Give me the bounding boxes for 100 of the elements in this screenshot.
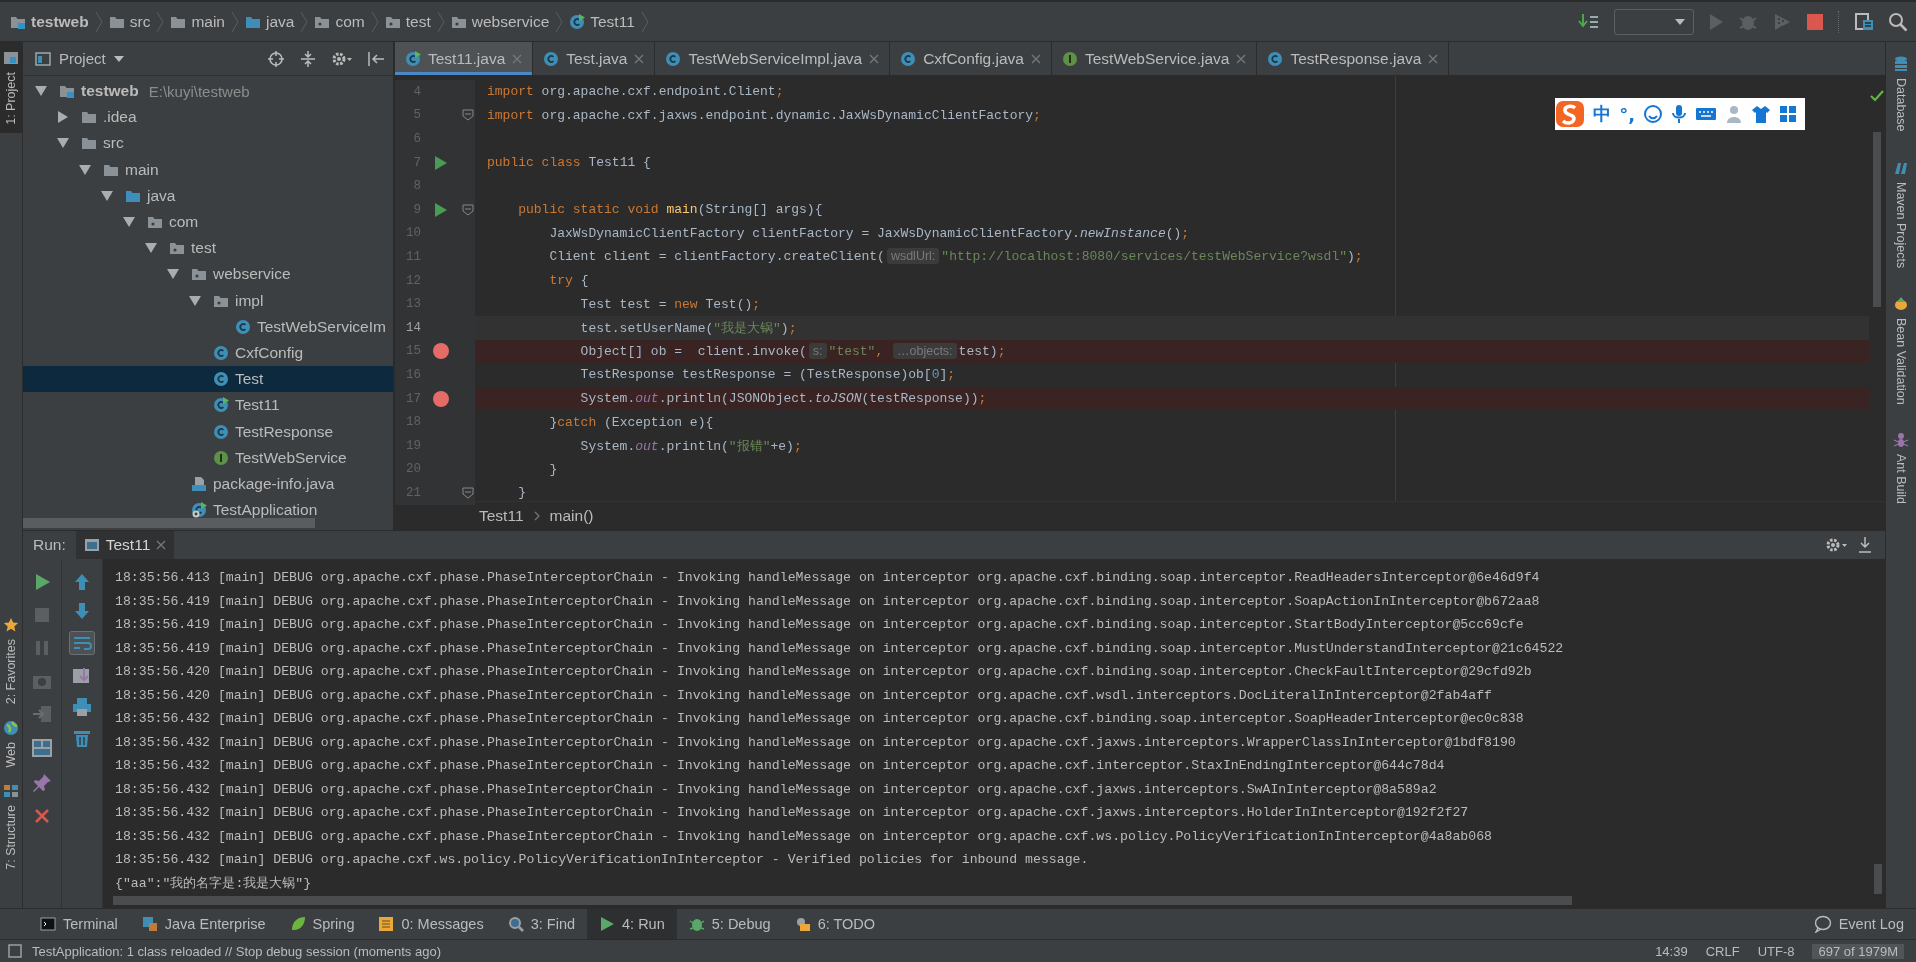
shirt-icon[interactable] bbox=[1751, 104, 1771, 124]
tree-item[interactable]: Test bbox=[23, 366, 393, 393]
tool-window-button[interactable]: Java Enterprise bbox=[129, 909, 278, 939]
status-item[interactable]: CRLF bbox=[1705, 943, 1740, 959]
stop-icon[interactable] bbox=[1806, 12, 1824, 31]
scrollbar[interactable] bbox=[113, 896, 1573, 905]
run-icon[interactable] bbox=[434, 154, 448, 171]
layout-icon[interactable] bbox=[31, 738, 53, 758]
close-icon[interactable] bbox=[1236, 53, 1247, 64]
tree-item[interactable]: Test11 bbox=[23, 392, 393, 419]
keyboard-icon[interactable] bbox=[1695, 106, 1717, 122]
breadcrumb-item[interactable]: Test11 bbox=[479, 507, 524, 525]
tool-window-button[interactable]: Maven Projects bbox=[1886, 155, 1916, 272]
editor-tab[interactable]: CxfConfig.java bbox=[890, 42, 1052, 75]
arrow-down-icon[interactable] bbox=[74, 602, 90, 620]
tree-item[interactable]: TestWebServiceIm bbox=[23, 313, 393, 340]
caret-down-icon[interactable] bbox=[145, 242, 157, 255]
tree-item[interactable]: java bbox=[23, 182, 393, 209]
tree-item[interactable]: .idea bbox=[23, 104, 393, 131]
tree-item[interactable]: TestResponse bbox=[23, 418, 393, 445]
tool-window-button[interactable]: Spring bbox=[277, 909, 367, 939]
tool-window-button[interactable]: 6: TODO bbox=[782, 909, 888, 939]
tree-item[interactable]: TestWebService bbox=[23, 444, 393, 471]
tree-item[interactable]: com bbox=[23, 208, 393, 236]
view-dropdown[interactable]: Project bbox=[35, 50, 124, 67]
status-item[interactable]: 14:39 bbox=[1655, 943, 1688, 959]
settings-icon[interactable] bbox=[1825, 536, 1849, 554]
caret-down-icon[interactable] bbox=[101, 189, 113, 202]
tree-item[interactable]: impl bbox=[23, 287, 393, 314]
print-icon[interactable] bbox=[72, 697, 92, 717]
hide-icon[interactable] bbox=[367, 49, 385, 68]
fold-icon[interactable] bbox=[462, 203, 474, 216]
tree-item[interactable]: TestApplication bbox=[23, 497, 393, 518]
locate-icon[interactable] bbox=[267, 49, 285, 68]
scroll-to-end-icon[interactable] bbox=[72, 666, 92, 686]
breadcrumb-item[interactable]: Test11 bbox=[567, 12, 637, 31]
tree-item[interactable]: testweb E:\kuyi\testweb bbox=[23, 78, 393, 105]
caret-down-icon[interactable] bbox=[79, 163, 91, 176]
editor-tab[interactable]: TestWebService.java bbox=[1051, 42, 1258, 75]
tool-window-button[interactable]: Terminal bbox=[28, 909, 130, 939]
run-tab[interactable]: Test11 bbox=[75, 531, 175, 559]
caret-down-icon[interactable] bbox=[189, 294, 201, 307]
editor-tab[interactable]: TestResponse.java bbox=[1257, 42, 1450, 75]
breadcrumb-item[interactable]: src bbox=[106, 12, 153, 31]
pin-icon[interactable] bbox=[32, 773, 52, 793]
collapse-all-icon[interactable] bbox=[299, 49, 317, 68]
tool-window-button[interactable]: 0: Messages bbox=[366, 909, 496, 939]
fold-icon[interactable] bbox=[462, 486, 474, 499]
breadcrumb-item[interactable]: java bbox=[243, 12, 297, 31]
tool-window-button[interactable]: Database bbox=[1886, 52, 1916, 136]
tool-window-button[interactable]: 5: Debug bbox=[676, 909, 783, 939]
close-icon[interactable] bbox=[869, 53, 880, 64]
tree-item[interactable]: webservice bbox=[23, 261, 393, 288]
editor-tab[interactable]: TestWebServiceImpl.java bbox=[655, 42, 891, 75]
tool-window-button[interactable]: 2: Favorites bbox=[0, 608, 22, 712]
tree-item[interactable]: package-info.java bbox=[23, 470, 393, 497]
breadcrumb-item[interactable]: testweb bbox=[8, 12, 91, 31]
ime-mode-label[interactable]: °, bbox=[1619, 103, 1635, 125]
close-icon[interactable] bbox=[634, 53, 645, 64]
caret-down-icon[interactable] bbox=[57, 137, 69, 150]
caret-right-icon[interactable] bbox=[57, 111, 69, 124]
tool-window-button[interactable]: 3: Find bbox=[495, 909, 588, 939]
breadcrumb-item[interactable]: main() bbox=[549, 507, 594, 525]
project-structure-icon[interactable] bbox=[1854, 11, 1874, 32]
person-icon[interactable] bbox=[1725, 104, 1743, 124]
emoji-icon[interactable] bbox=[1643, 104, 1663, 124]
tool-window-button[interactable]: 4: Run bbox=[587, 909, 677, 939]
soft-wrap-icon[interactable] bbox=[69, 631, 95, 655]
scrollbar[interactable] bbox=[23, 518, 316, 528]
tree-item[interactable]: src bbox=[23, 130, 393, 157]
status-item[interactable]: 697 of 1979M bbox=[1812, 943, 1904, 959]
tool-window-button[interactable]: 1: Project bbox=[0, 42, 22, 133]
caret-down-icon[interactable] bbox=[123, 216, 135, 229]
breadcrumb-item[interactable]: webservice bbox=[448, 12, 552, 31]
caret-down-icon[interactable] bbox=[167, 268, 179, 281]
minimize-icon[interactable] bbox=[1857, 536, 1873, 554]
close-icon[interactable] bbox=[1428, 53, 1439, 64]
scrollbar[interactable] bbox=[1873, 132, 1881, 307]
status-icon[interactable] bbox=[8, 944, 22, 958]
close-icon[interactable] bbox=[156, 540, 167, 550]
grid-icon[interactable] bbox=[1779, 105, 1797, 123]
trash-icon[interactable] bbox=[73, 728, 91, 748]
editor-tab[interactable]: Test.java bbox=[533, 42, 656, 75]
scrollbar[interactable] bbox=[1874, 864, 1882, 894]
search-icon[interactable] bbox=[1888, 11, 1908, 32]
breakpoint-icon[interactable] bbox=[432, 342, 450, 361]
tool-window-button[interactable]: Ant Build bbox=[1886, 428, 1916, 509]
status-item[interactable]: UTF-8 bbox=[1757, 943, 1795, 959]
tree-item[interactable]: main bbox=[23, 156, 393, 183]
caret-down-icon[interactable] bbox=[35, 85, 47, 98]
tree-item[interactable]: CxfConfig bbox=[23, 339, 393, 367]
breadcrumb-item[interactable]: com bbox=[312, 12, 367, 31]
breadcrumb-item[interactable]: test bbox=[382, 12, 433, 31]
tree-item[interactable]: test bbox=[23, 235, 393, 262]
tool-window-button[interactable]: 7: Structure bbox=[0, 775, 22, 878]
breakpoint-icon[interactable] bbox=[432, 389, 450, 408]
editor-tab[interactable]: Test11.java bbox=[395, 42, 534, 75]
event-log-button[interactable]: Event Log bbox=[1801, 909, 1916, 939]
arrow-up-icon[interactable] bbox=[74, 573, 90, 591]
ime-mode-label[interactable]: 中 bbox=[1593, 102, 1612, 126]
